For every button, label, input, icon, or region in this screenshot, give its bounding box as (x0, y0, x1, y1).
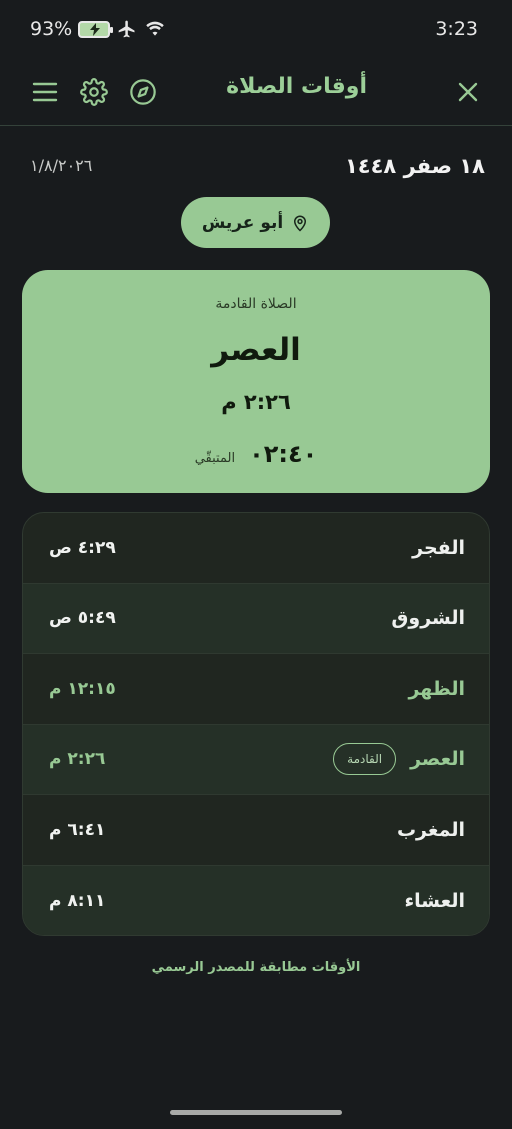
countdown-value: ٠٢:٤٠ (249, 440, 318, 468)
airplane-icon (118, 20, 135, 38)
qibla-compass-button[interactable] (123, 72, 163, 112)
prayer-time: ٨:١١ م (49, 890, 106, 911)
status-time: 3:23 (435, 18, 478, 40)
menu-button[interactable] (25, 72, 65, 112)
prayer-row-fajr: الفجر ٤:٢٩ ص (23, 513, 489, 584)
battery-charging-icon (78, 20, 114, 38)
next-prayer-badge: القادمة (333, 743, 397, 776)
prayer-name: العشاء (404, 889, 465, 912)
prayer-name: الشروق (391, 607, 465, 630)
next-prayer-label: الصلاة القادمة (215, 296, 297, 312)
next-prayer-time: ٢:٢٦ م (221, 390, 291, 414)
close-button[interactable] (448, 72, 488, 112)
prayer-time: ٢:٢٦ م (49, 749, 106, 770)
prayer-time: ٤:٢٩ ص (49, 537, 116, 558)
compass-icon (130, 79, 156, 105)
home-indicator[interactable] (170, 1110, 342, 1115)
city-selector[interactable]: أبو عريش (181, 197, 330, 248)
remaining-label: المتبقّي (194, 451, 236, 466)
next-prayer-card: الصلاة القادمة العصر ٢:٢٦ م ٠٢:٤٠ المتبق… (22, 270, 490, 493)
settings-button[interactable] (74, 72, 114, 112)
wifi-icon (146, 21, 164, 36)
prayer-name: الفجر (412, 536, 465, 559)
prayer-time: ٥:٤٩ ص (49, 608, 116, 629)
prayer-time: ١٢:١٥ م (49, 678, 116, 699)
prayer-name: المغرب (396, 818, 465, 841)
hijri-date: ١٨ صفر ١٤٤٨ (344, 154, 485, 178)
prayer-times-list: الفجر ٤:٢٩ ص الشروق ٥:٤٩ ص الظهر ١٢:١٥ م… (22, 512, 490, 936)
prayer-name: الظهر (408, 677, 465, 700)
menu-icon (32, 82, 58, 102)
page-title: أوقات الصلاة (226, 74, 367, 99)
location-pin-icon (294, 215, 307, 232)
countdown-row: ٠٢:٤٠ المتبقّي (22, 440, 490, 468)
gear-icon (80, 78, 108, 106)
prayer-time: ٦:٤١ م (49, 819, 106, 840)
prayer-name: العصر (410, 748, 465, 771)
close-icon (458, 82, 478, 102)
gregorian-date: ١/٨/٢٠٢٦ (30, 156, 93, 175)
prayer-row-dhuhr: الظهر ١٢:١٥ م (23, 654, 489, 725)
status-left: 93% (30, 18, 166, 40)
prayer-row-isha: العشاء ٨:١١ م (23, 865, 489, 935)
prayer-row-maghrib: المغرب ٦:٤١ م (23, 795, 489, 866)
status-bar: 93% 3:23 (0, 0, 512, 60)
prayer-row-asr: العصر القادمة ٢:٢٦ م (23, 724, 489, 795)
city-name: أبو عريش (201, 212, 284, 233)
battery-percent: 93% (30, 18, 73, 40)
next-prayer-name: العصر (211, 332, 301, 368)
source-footnote: الأوقات مطابقة للمصدر الرسمي (151, 960, 361, 975)
app-header: أوقات الصلاة (0, 60, 512, 126)
prayer-row-sunrise: الشروق ٥:٤٩ ص (23, 583, 489, 654)
